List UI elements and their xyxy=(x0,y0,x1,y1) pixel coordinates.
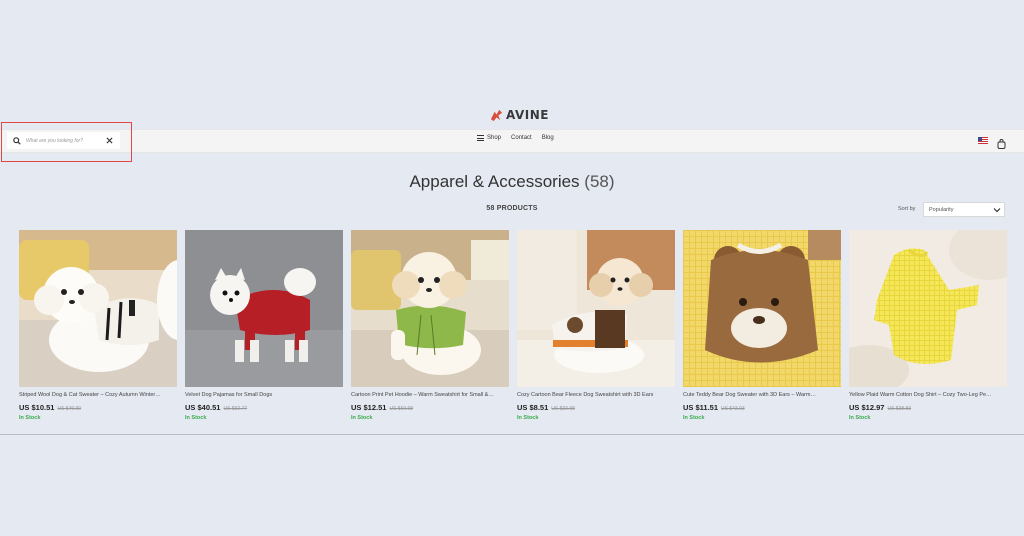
nav-contact-label: Contact xyxy=(511,135,532,141)
product-card[interactable]: Velvet Dog Pajamas for Small Dogs US $40… xyxy=(185,230,343,421)
us-flag-icon[interactable] xyxy=(978,137,988,144)
product-card[interactable]: Cozy Cartoon Bear Fleece Dog Sweatshirt … xyxy=(517,230,675,421)
product-price: US $8.51 xyxy=(517,403,549,412)
product-name[interactable]: Cozy Cartoon Bear Fleece Dog Sweatshirt … xyxy=(517,392,675,398)
search-icon[interactable] xyxy=(10,134,24,148)
brand-logo[interactable]: AVINE xyxy=(490,107,549,123)
stock-status: In Stock xyxy=(683,415,705,421)
product-price: US $40.51 xyxy=(185,403,221,412)
product-image[interactable] xyxy=(517,230,675,387)
product-old-price: US $49.99 xyxy=(57,406,82,412)
stock-status: In Stock xyxy=(19,415,41,421)
product-old-price: US $33.98 xyxy=(551,406,575,412)
product-image[interactable] xyxy=(185,230,343,387)
product-prices: US $40.51 US $92.77 xyxy=(185,403,343,412)
product-image[interactable] xyxy=(19,230,177,387)
nav-item-contact[interactable]: Contact xyxy=(511,135,532,141)
product-card[interactable]: Yellow Plaid Warm Cotton Dog Shirt – Coz… xyxy=(849,230,1007,421)
product-image[interactable] xyxy=(351,230,509,387)
close-icon[interactable] xyxy=(104,135,114,145)
search-input[interactable] xyxy=(26,137,106,144)
main-nav: Shop Contact Blog xyxy=(477,135,554,141)
product-old-price: US $92.77 xyxy=(223,406,248,412)
product-price: US $12.51 xyxy=(351,403,387,412)
stock-status: In Stock xyxy=(351,415,373,421)
section-divider xyxy=(0,434,1024,435)
sort-label: Sort by xyxy=(898,206,916,212)
product-price: US $12.97 xyxy=(849,403,885,412)
nav-shop-label: Shop xyxy=(487,135,502,141)
product-name[interactable]: Velvet Dog Pajamas for Small Dogs xyxy=(185,392,343,398)
shopping-bag-icon[interactable] xyxy=(997,136,1007,149)
top-navbar xyxy=(0,129,1024,153)
product-name[interactable]: Striped Wool Dog & Cat Sweater – Cozy Au… xyxy=(19,392,177,398)
product-price: US $11.51 xyxy=(683,403,719,412)
page-title-text: Apparel & Accessories xyxy=(409,172,580,191)
product-prices: US $12.97 US $38.83 xyxy=(849,403,1007,412)
product-name[interactable]: Cute Teddy Bear Dog Sweater with 3D Ears… xyxy=(683,392,841,398)
product-prices: US $10.51 US $49.99 xyxy=(19,403,177,412)
product-price: US $10.51 xyxy=(19,403,55,412)
product-image[interactable] xyxy=(849,230,1007,387)
product-name[interactable]: Yellow Plaid Warm Cotton Dog Shirt – Coz… xyxy=(849,392,1007,398)
product-prices: US $12.51 US $69.98 xyxy=(351,403,509,412)
sort-select[interactable]: Popularity xyxy=(923,202,1005,217)
sort-selected-value: Popularity xyxy=(929,206,954,213)
menu-icon xyxy=(477,135,484,141)
nav-item-blog[interactable]: Blog xyxy=(542,135,554,141)
nav-blog-label: Blog xyxy=(541,135,554,141)
brand-name: AVINE xyxy=(506,108,549,122)
product-card[interactable]: Cute Teddy Bear Dog Sweater with 3D Ears… xyxy=(683,230,841,421)
product-old-price: US $69.98 xyxy=(389,406,414,412)
product-image[interactable] xyxy=(683,230,841,387)
product-name[interactable]: Cartoon Print Pet Hoodie – Warm Sweatshi… xyxy=(351,392,509,398)
product-grid: Striped Wool Dog & Cat Sweater – Cozy Au… xyxy=(19,230,1007,421)
stock-status: In Stock xyxy=(185,415,207,421)
product-card[interactable]: Striped Wool Dog & Cat Sweater – Cozy Au… xyxy=(19,230,177,421)
chevron-down-icon xyxy=(993,206,1001,214)
product-prices: US $11.51 US $43.93 xyxy=(683,403,841,412)
product-old-price: US $38.83 xyxy=(887,406,912,412)
brand-logo-icon xyxy=(490,109,503,121)
stock-status: In Stock xyxy=(517,415,539,421)
page-title: Apparel & Accessories (58) xyxy=(0,172,1024,192)
product-old-price: US $43.93 xyxy=(721,406,745,412)
nav-item-shop[interactable]: Shop xyxy=(477,135,501,141)
product-prices: US $8.51 US $33.98 xyxy=(517,403,675,412)
page-title-count: (58) xyxy=(584,172,615,191)
product-card[interactable]: Cartoon Print Pet Hoodie – Warm Sweatshi… xyxy=(351,230,509,421)
products-count: 58 PRODUCTS xyxy=(486,205,538,212)
stock-status: In Stock xyxy=(849,415,871,421)
